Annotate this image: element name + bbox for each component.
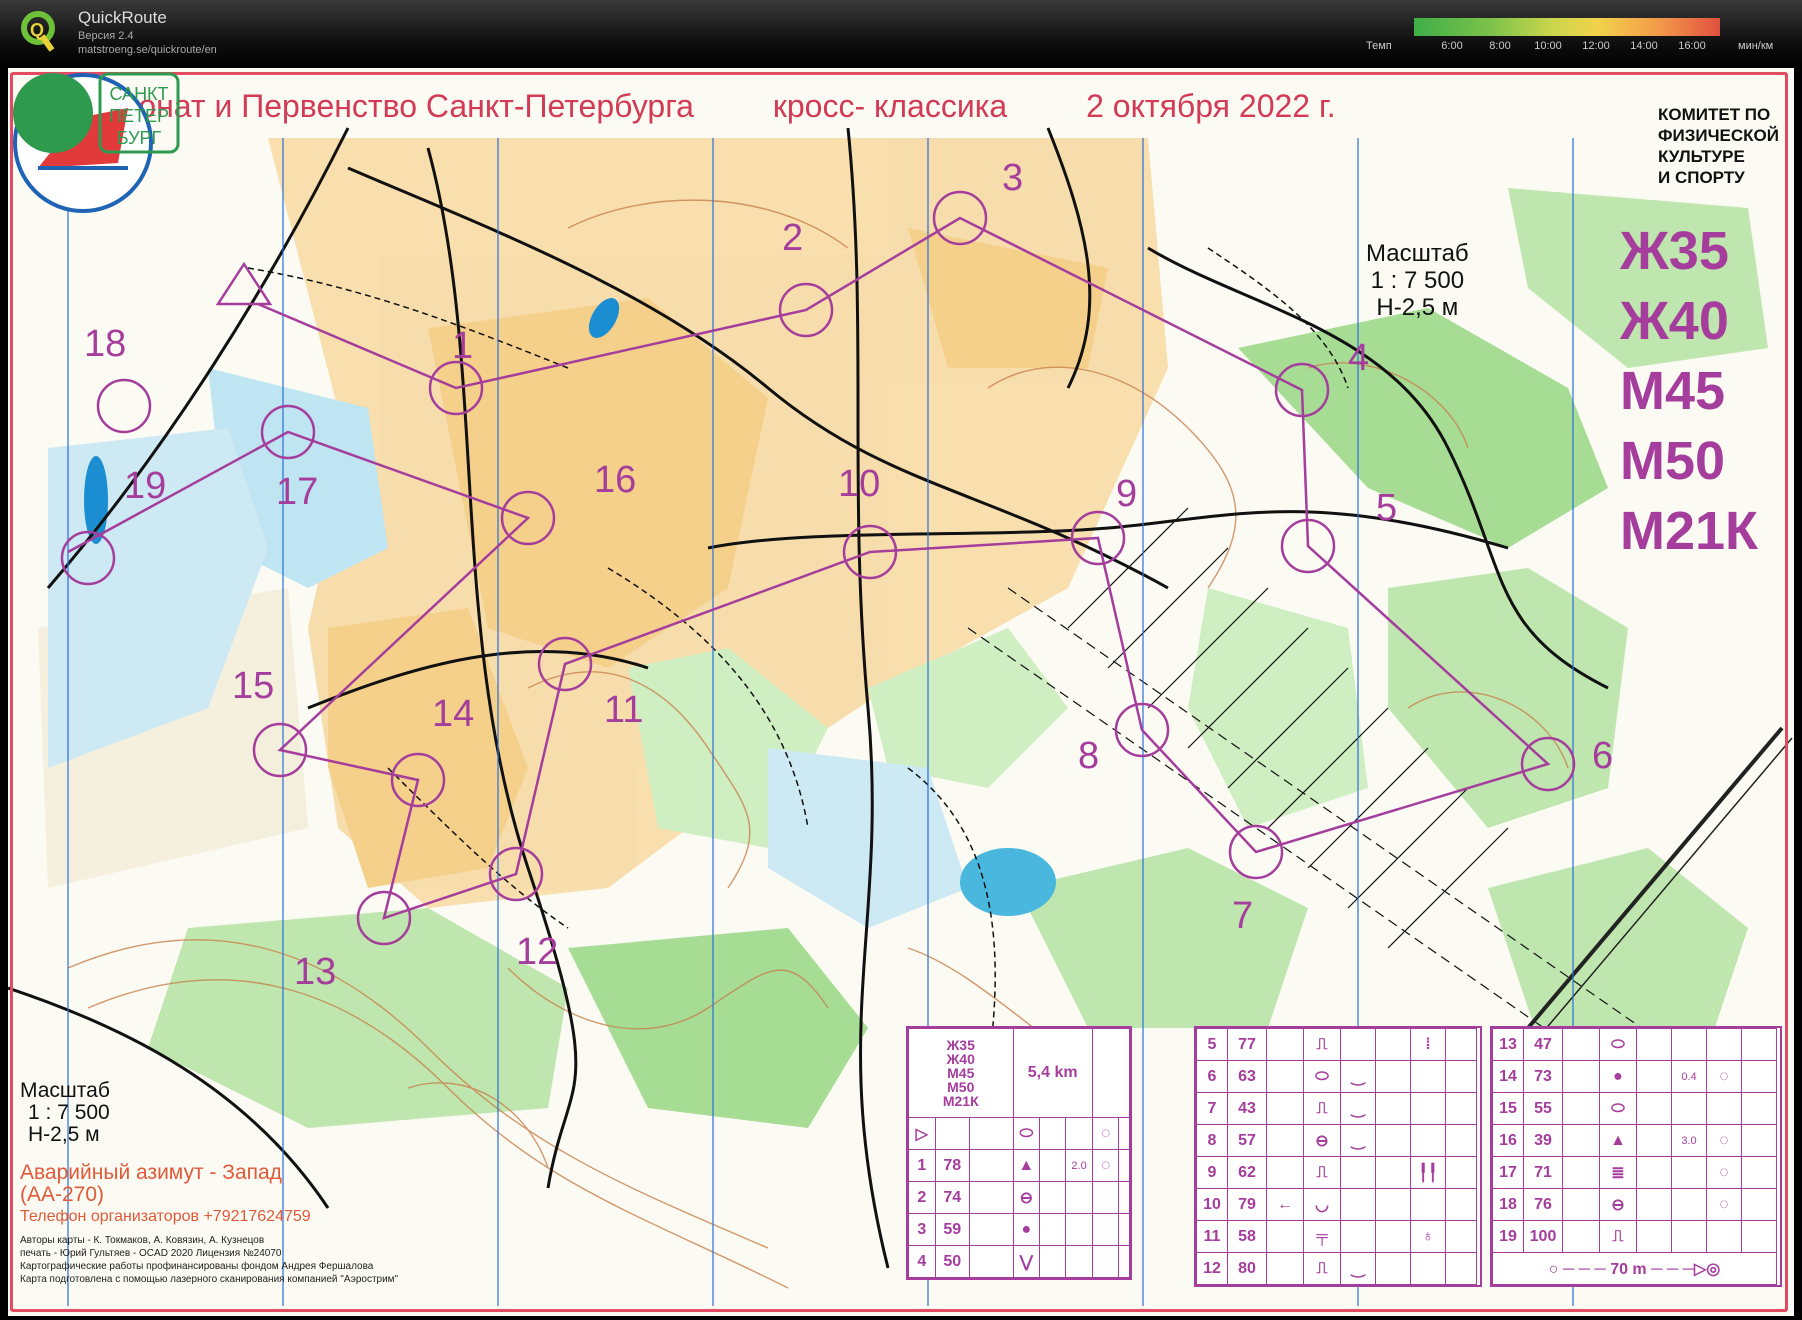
class-label: М50 bbox=[1620, 431, 1726, 491]
desc-classes: Ж35 Ж40 М45 М50 М21К bbox=[908, 1028, 1014, 1118]
control-number: 18 bbox=[84, 323, 126, 365]
pace-tick: 12:00 bbox=[1582, 40, 1610, 52]
committee-line: КОМИТЕТ ПО bbox=[1658, 105, 1771, 124]
credit-line: Авторы карты - К. Токмаков, А. Ковязин, … bbox=[20, 1235, 265, 1246]
control-number: 15 bbox=[232, 665, 274, 707]
contour-interval: Н-2,5 м bbox=[1376, 294, 1459, 321]
desc-row: 6 63 ⬭ ‿ bbox=[1196, 1060, 1477, 1093]
control-number: 4 bbox=[1348, 337, 1369, 379]
emergency-bearing: Аварийный азимут - Запад (АА-270) bbox=[20, 1162, 282, 1206]
credit-line: Карта подготовлена с помощью лазерного с… bbox=[20, 1274, 399, 1285]
pace-ticks: 6:00 8:00 10:00 12:00 14:00 16:00 bbox=[1414, 40, 1720, 54]
desc-row: 18 76 ⊖ ◌ bbox=[1492, 1188, 1777, 1221]
scale-top: Масштаб 1 : 7 500 Н-2,5 м bbox=[1366, 240, 1469, 321]
spb-logo-line: САНКТ bbox=[109, 84, 168, 104]
scale-label: Масштаб bbox=[20, 1079, 110, 1102]
desc-row: 11 58 ╤ ♁ bbox=[1196, 1220, 1477, 1253]
scale-ratio: 1 : 7 500 bbox=[28, 1101, 110, 1124]
credit-line: Картографические работы профинансированы… bbox=[20, 1261, 374, 1272]
control-number: 13 bbox=[294, 951, 336, 993]
desc-row: 12 80 ⎍ ‿ bbox=[1196, 1252, 1477, 1285]
desc-row: 17 71 ≣ ◌ bbox=[1492, 1156, 1777, 1189]
desc-row: 14 73 ● 0.4 ◌ bbox=[1492, 1060, 1777, 1093]
organizer-phone: Телефон организаторов +79217624759 bbox=[20, 1208, 311, 1225]
desc-finish-row: ○ ─ ─ ─ 70 m ─ ─ ─▷◎ bbox=[1492, 1252, 1777, 1285]
contour-interval: Н-2,5 м bbox=[28, 1123, 100, 1146]
control-number: 9 bbox=[1116, 473, 1137, 515]
desc-row: 2 74 ⊖ bbox=[908, 1181, 1130, 1214]
control-number: 1 bbox=[452, 325, 473, 367]
quickroute-logo-icon: Q bbox=[21, 11, 55, 52]
emergency-line: Аварийный азимут - Запад bbox=[20, 1161, 282, 1184]
desc-row: 19 100 ⎍ bbox=[1492, 1220, 1777, 1253]
control-number: 19 bbox=[124, 465, 166, 507]
map-title: Чемпионат и Первенство Санкт-Петербурга … bbox=[42, 88, 1406, 125]
desc-row: 15 55 ⬭ bbox=[1492, 1092, 1777, 1125]
scale-bottom: Масштаб 1 : 7 500 Н-2,5 м bbox=[20, 1080, 110, 1146]
desc-row: 3 59 ● bbox=[908, 1213, 1130, 1246]
desc-row: 7 43 ⎍ ‿ bbox=[1196, 1092, 1477, 1125]
desc-row: 1 78 ▲ 2.0 ◌ bbox=[908, 1149, 1130, 1182]
scale-ratio: 1 : 7 500 bbox=[1370, 267, 1465, 294]
control-number: 5 bbox=[1376, 487, 1397, 529]
desc-row: 13 47 ⬭ bbox=[1492, 1028, 1777, 1061]
orienteering-map[interactable]: 1 2 3 4 5 6 7 8 9 10 11 12 13 14 15 16 1… bbox=[8, 68, 1794, 1316]
control-description-col-2: 5 77 ⎍ ⁞ 6 63 ⬭ ‿ 7 43 ⎍ ‿ 8 57 ⊖ ‿ 9 62 ⎍ ╿╿ 10 79 ← ◡ 11… bbox=[1194, 1026, 1482, 1287]
class-label: Ж35 bbox=[1620, 221, 1729, 281]
desc-blank bbox=[1091, 1028, 1131, 1118]
pace-tick: 14:00 bbox=[1630, 40, 1658, 52]
pace-tick: 6:00 bbox=[1441, 40, 1463, 52]
app-version: Версия 2.4 bbox=[78, 30, 134, 42]
pace-tick: 8:00 bbox=[1489, 40, 1511, 52]
control-number: 2 bbox=[782, 217, 803, 259]
control-number: 11 bbox=[604, 689, 643, 731]
desc-row: 8 57 ⊖ ‿ bbox=[1196, 1124, 1477, 1157]
control-number: 14 bbox=[432, 693, 474, 735]
pace-tick: 16:00 bbox=[1678, 40, 1706, 52]
app-url[interactable]: matstroeng.se/quickroute/en bbox=[78, 44, 217, 56]
control-description-col-1: Ж35 Ж40 М45 М50 М21К 5,4 km ▷ ⬭ ◌ 1 78 ▲ 2… bbox=[906, 1026, 1132, 1280]
committee-text: КОМИТЕТ ПО ФИЗИЧЕСКОЙ КУЛЬТУРЕ И СПОРТУ bbox=[1658, 104, 1779, 188]
spb-logo-line: БУРГ bbox=[117, 128, 162, 148]
committee-line: КУЛЬТУРЕ bbox=[1658, 147, 1745, 166]
committee-line: И СПОРТУ bbox=[1658, 168, 1745, 187]
desc-row: 4 50 ⋁ bbox=[908, 1245, 1130, 1278]
control-number: 10 bbox=[838, 463, 880, 505]
pace-tick: 10:00 bbox=[1534, 40, 1562, 52]
app-titlebar: Q QuickRoute Версия 2.4 matstroeng.se/qu… bbox=[0, 0, 1802, 66]
control-number: 16 bbox=[594, 459, 636, 501]
control-number: 17 bbox=[276, 471, 318, 513]
event-date: 2 октября 2022 г. bbox=[1086, 88, 1336, 124]
spb-sport-logo-icon: САНКТ ПЕТЕР БУРГ bbox=[13, 72, 180, 154]
control-number: 6 bbox=[1592, 735, 1613, 777]
scale-label: Масштаб bbox=[1366, 240, 1469, 267]
control-number: 3 bbox=[1002, 157, 1023, 199]
control-number: 7 bbox=[1232, 895, 1253, 937]
desc-row: 10 79 ← ◡ bbox=[1196, 1188, 1477, 1221]
event-format: кросс- классика bbox=[772, 88, 1008, 124]
svg-text:Q: Q bbox=[30, 20, 44, 40]
desc-row: 5 77 ⎍ ⁞ bbox=[1196, 1028, 1477, 1061]
pace-color-scale bbox=[1414, 18, 1720, 36]
class-label: Ж40 bbox=[1620, 291, 1729, 351]
credit-line: печать - Юрий Гультяев - OCAD 2020 Лицен… bbox=[20, 1248, 282, 1259]
map-credits: Авторы карты - К. Токмаков, А. Ковязин, … bbox=[20, 1234, 398, 1286]
pace-unit: мин/км bbox=[1738, 40, 1774, 52]
class-label: М45 bbox=[1620, 361, 1726, 421]
app-name: QuickRoute bbox=[78, 8, 167, 27]
class-list: Ж35 Ж40 М45 М50 М21К bbox=[1620, 216, 1758, 566]
desc-row: 16 39 ▲ 3.0 ◌ bbox=[1492, 1124, 1777, 1157]
class-label: М21К bbox=[1620, 501, 1759, 561]
emergency-line: (АА-270) bbox=[20, 1183, 105, 1206]
control-number: 12 bbox=[516, 931, 558, 973]
desc-row: 9 62 ⎍ ╿╿ bbox=[1196, 1156, 1477, 1189]
committee-line: ФИЗИЧЕСКОЙ bbox=[1658, 126, 1779, 145]
desc-length: 5,4 km bbox=[1012, 1028, 1093, 1118]
start-triangle-icon: ▷ bbox=[908, 1117, 936, 1150]
pace-label: Темп bbox=[1366, 40, 1392, 52]
control-number: 8 bbox=[1078, 735, 1099, 777]
spb-logo-line: ПЕТЕР bbox=[109, 106, 169, 126]
control-description-col-3: 13 47 ⬭ 14 73 ● 0.4 ◌ 15 55 ⬭ 16 39 ▲ 3.0 ◌ 17 71 ≣ ◌ 1… bbox=[1490, 1026, 1782, 1287]
